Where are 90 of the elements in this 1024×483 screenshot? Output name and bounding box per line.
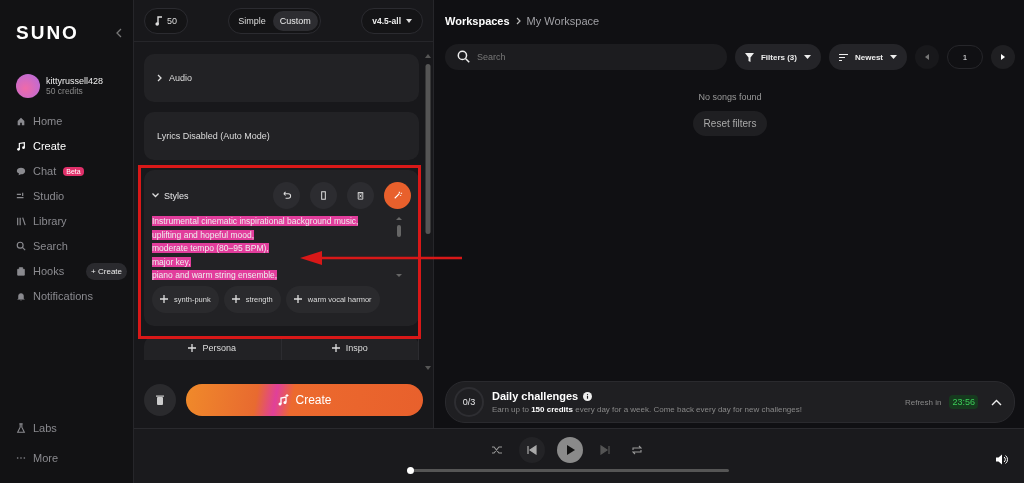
progress-track[interactable] (409, 469, 729, 472)
mode-tab[interactable]: Custom (272, 10, 318, 31)
progress-thumb[interactable] (407, 467, 414, 474)
skip-back-icon (527, 445, 537, 455)
empty-message: No songs found (698, 92, 762, 102)
caret-icon (804, 55, 811, 59)
avatar[interactable] (16, 74, 40, 98)
library-icon (16, 216, 26, 226)
plus-icon (160, 295, 168, 303)
chat-bubble-icon (16, 166, 26, 176)
refresh-timer: 23:56 (949, 395, 978, 409)
section-title: Lyrics Disabled (Auto Mode) (157, 131, 270, 141)
collapse-chevron-icon (115, 28, 123, 38)
trash-icon (355, 190, 366, 201)
chevron-right-icon (515, 17, 521, 25)
bag-icon (16, 266, 26, 276)
filters-button[interactable]: Filters (3) (734, 44, 821, 70)
logo: SUNO (16, 22, 79, 44)
repeat-icon (632, 445, 642, 455)
search-icon (457, 50, 470, 63)
previous-button[interactable] (519, 437, 545, 463)
section-title[interactable]: Styles (164, 190, 189, 201)
search-field[interactable]: Search (445, 44, 727, 70)
music-sparkle-icon (277, 394, 290, 406)
breadcrumb-current: My Workspace (526, 15, 600, 27)
caret-right-icon (1001, 54, 1005, 60)
bookmark-button[interactable] (310, 182, 337, 209)
sliders-icon (16, 191, 26, 201)
plus-icon (231, 295, 240, 303)
username: kittyrussell428 (46, 76, 104, 86)
caret-left-icon (925, 54, 929, 60)
breadcrumb-link[interactable]: Workspaces (445, 15, 510, 27)
section-card[interactable]: Audio (144, 54, 419, 102)
credits-count: 50 (167, 15, 177, 26)
magic-wand-button[interactable] (384, 182, 411, 209)
credits-count: 50 credits (46, 86, 84, 96)
add-button[interactable]: Persona (144, 336, 282, 360)
filter-icon (744, 52, 754, 62)
next-page-button[interactable] (991, 45, 1015, 69)
nav-item[interactable]: Home (33, 115, 63, 127)
nav-item[interactable]: Studio (33, 190, 65, 202)
create-hook-button[interactable]: + Create (86, 262, 127, 280)
undo-button[interactable] (273, 182, 300, 209)
bookmark-icon (318, 190, 329, 201)
nav-item[interactable]: Chat (33, 165, 57, 177)
progress-ring: 0/3 (454, 387, 484, 417)
nav-item[interactable]: Search (33, 240, 68, 252)
skip-forward-icon (600, 445, 610, 455)
speaker-icon (996, 453, 1008, 465)
nav-item[interactable]: Create (33, 140, 67, 152)
undo-arrow-icon (281, 190, 292, 201)
sort-icon (839, 53, 848, 61)
mode-tab[interactable]: Simple (231, 10, 273, 31)
music-note-icon (155, 15, 163, 26)
credits-pill[interactable]: 50 (144, 7, 188, 34)
style-prompt-field[interactable]: Instrumental cinematic inspirational background music, uplifting and hopeful mood, moderate tempo (80–95 BPM), major key, piano and warm string ensemble, (152, 215, 384, 283)
nav-item[interactable]: Labs (33, 422, 57, 434)
play-button[interactable] (557, 437, 583, 463)
home-icon (16, 116, 26, 126)
reset-filters-button[interactable]: Reset filters (692, 111, 768, 136)
caret-icon (406, 18, 412, 23)
plus-icon (188, 344, 197, 352)
section-title: Audio (169, 73, 193, 83)
magic-wand-icon (392, 190, 403, 201)
nav-item[interactable]: Notifications (33, 290, 93, 302)
sort-dropdown[interactable]: Newest (829, 44, 907, 70)
play-icon (565, 445, 575, 455)
search-icon (16, 241, 26, 251)
caret-icon (890, 55, 897, 59)
delete-button[interactable] (347, 182, 374, 209)
flask-icon (16, 423, 26, 433)
nav-item[interactable]: Library (33, 215, 67, 227)
refresh-label: Refresh in (905, 397, 942, 407)
plus-icon (293, 295, 302, 303)
challenge-description: Earn up to 150 credits every day for a week. Come back every day for new challenges! (492, 405, 802, 414)
chevron-up-icon (990, 398, 1002, 406)
nav-item[interactable]: More (33, 452, 59, 464)
shuffle-icon (492, 445, 502, 455)
trash-icon (156, 395, 164, 405)
model-dropdown[interactable]: v4.5-all (361, 7, 423, 34)
delete-button[interactable] (144, 384, 176, 416)
nav-item[interactable]: Hooks (33, 265, 65, 277)
music-note-icon (16, 141, 26, 151)
bell-icon (16, 291, 26, 301)
challenge-title: Daily challenges (492, 390, 579, 402)
scrollbar-icon (395, 215, 403, 279)
add-button[interactable]: Inspo (281, 336, 419, 360)
info-icon (583, 391, 593, 401)
section-card[interactable]: Lyrics Disabled (Auto Mode) (144, 112, 419, 160)
plus-icon (331, 344, 340, 352)
